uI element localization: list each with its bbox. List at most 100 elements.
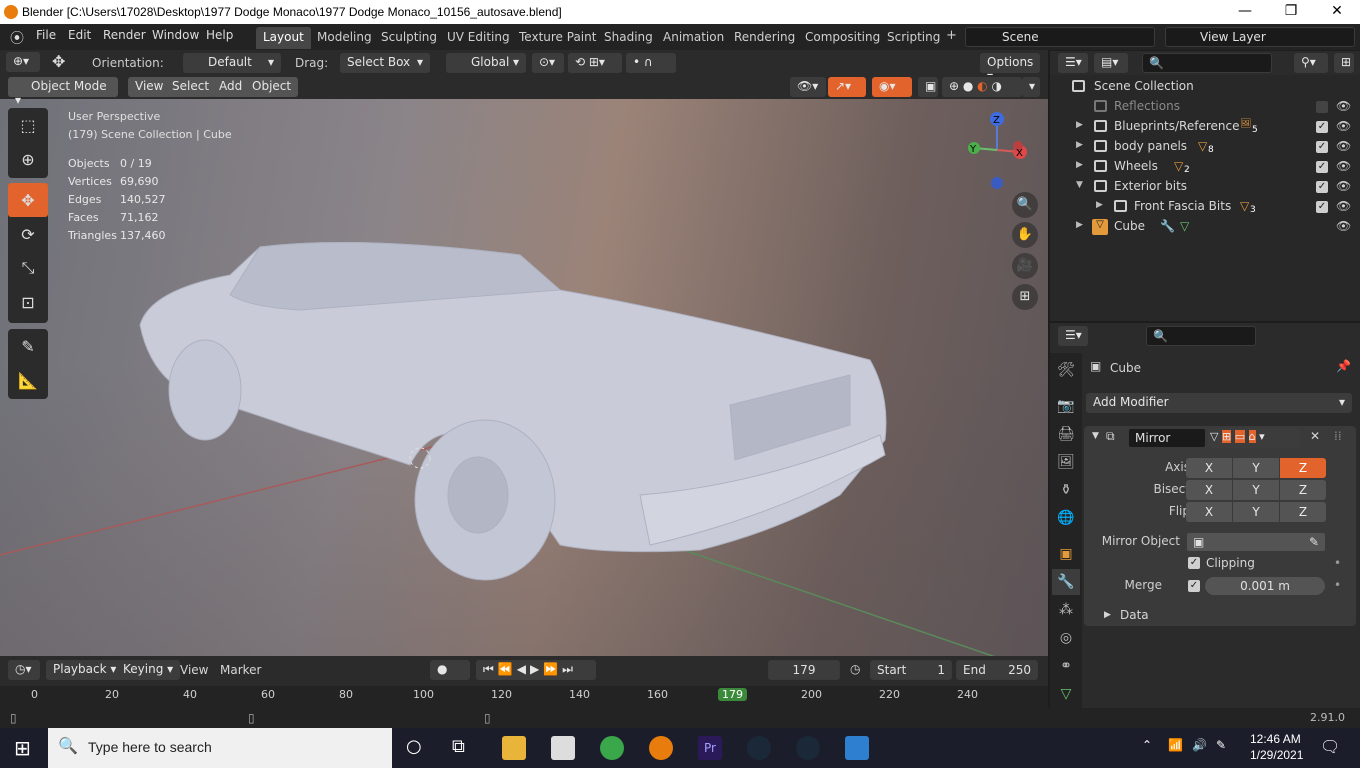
overlay-toggle-icon[interactable]: ◉▾ [872,77,912,97]
pen-icon[interactable]: ✎ [1216,738,1226,752]
output-tab-icon[interactable]: 🖨 [1052,421,1080,447]
add-menu[interactable]: Add [212,77,250,97]
3d-viewport[interactable]: Object Mode ▾ View Select Add Object 👁▾ … [0,75,1048,656]
view-layer-selector[interactable]: View Layer [1165,27,1355,47]
tab-rendering[interactable]: Rendering [727,27,802,49]
outliner-item-cube[interactable]: ▶ ▽ Cube 🔧 ▽ 👁 [1050,217,1360,237]
exclude-checkbox[interactable] [1316,101,1328,113]
expand-arrow-icon[interactable]: ▶ [1076,220,1083,230]
collapse-arrow-icon[interactable]: ▼ [1092,431,1099,441]
tab-layout[interactable]: Layout [256,27,311,49]
outliner-item-front-fascia[interactable]: ▶ Front Fascia Bits ▽ 3 ✓ 👁 [1050,197,1360,217]
collapse-arrow-icon[interactable]: ▼ [1076,180,1083,190]
axis-y-toggle[interactable]: Y [1233,458,1279,478]
pan-hand-icon[interactable]: ✋ [1012,222,1038,248]
tab-animation[interactable]: Animation [656,27,731,49]
axis-x-toggle[interactable]: X [1186,458,1232,478]
select-menu[interactable]: Select [165,77,217,97]
outliner-item-body-panels[interactable]: ▶ body panels ▽ 8 ✓ 👁 [1050,137,1360,157]
clock-time[interactable]: 12:46 AM [1250,732,1301,746]
bisect-z-toggle[interactable]: Z [1280,480,1326,500]
tray-chevron-icon[interactable]: ⌃ [1142,738,1152,752]
menu-file[interactable]: File [36,28,56,42]
blender-taskbar-icon[interactable] [649,736,673,760]
drag-handle-icon[interactable]: ⁞⁞ [1334,429,1342,443]
outliner-item-blueprints[interactable]: ▶ Blueprints/Reference 🖼 5 ✓ 👁 [1050,117,1360,137]
tab-uv-editing[interactable]: UV Editing [440,27,517,49]
chrome-icon[interactable] [600,736,624,760]
proportional-edit-icon[interactable]: • ∩ [626,53,676,73]
animate-dot-icon[interactable]: • [1334,578,1341,592]
expand-arrow-icon[interactable]: ▶ [1076,160,1083,170]
flip-z-toggle[interactable]: Z [1280,502,1326,522]
eye-icon[interactable]: 👁 [1336,219,1351,233]
playhead-frame[interactable]: 179 [718,688,747,701]
eyedropper-icon[interactable]: ✎ [1309,535,1319,549]
tab-modeling[interactable]: Modeling [310,27,379,49]
tab-scripting[interactable]: Scripting [880,27,947,49]
animate-dot-icon[interactable]: • [1334,556,1341,570]
outliner-item-wheels[interactable]: ▶ Wheels ▽ 2 ✓ 👁 [1050,157,1360,177]
flip-x-toggle[interactable]: X [1186,502,1232,522]
merge-checkbox[interactable]: ✓ [1188,580,1200,592]
world-tab-icon[interactable]: 🌐 [1052,505,1080,531]
remove-modifier-icon[interactable]: ✕ [1310,429,1320,443]
minimize-button[interactable]: — [1222,0,1268,24]
flip-y-toggle[interactable]: Y [1233,502,1279,522]
ortho-grid-icon[interactable]: ⊞ [1012,284,1038,310]
navigation-gizmo[interactable]: Z X Y [960,110,1040,190]
filter-icon[interactable]: ⚲▾ [1294,53,1328,73]
premiere-icon[interactable]: Pr [698,736,722,760]
snap-icon[interactable]: ⟲ ⊞▾ [568,53,622,73]
record-icon[interactable]: ● [430,660,470,680]
notification-icon[interactable]: 🗨 [1320,737,1340,756]
playback-controls[interactable]: ⏮⏪◀▶⏩⏭ [476,660,596,680]
bisect-x-toggle[interactable]: X [1186,480,1232,500]
properties-editor-icon[interactable]: ☰▾ [1058,326,1088,346]
orientation-dropdown[interactable]: Default ▾ [183,53,281,73]
editor-type-icon[interactable]: ⊕▾ [6,52,40,72]
start-frame-input[interactable]: Start 1 [870,660,952,680]
menu-edit[interactable]: Edit [68,28,91,42]
eye-icon[interactable]: 👁 [1336,99,1351,113]
steam-icon[interactable] [747,736,771,760]
cortana-icon[interactable]: ○ [406,736,422,757]
file-explorer-icon[interactable] [502,736,526,760]
expand-arrow-icon[interactable]: ▶ [1104,610,1111,620]
timeline-editor-icon[interactable]: ◷▾ [8,660,40,680]
axis-z-toggle[interactable]: Z [1280,458,1326,478]
eye-icon[interactable]: 👁 [1336,179,1351,193]
pin-icon[interactable]: 📌 [1336,359,1351,373]
gizmo-toggle-icon[interactable]: ↗▾ [828,77,866,97]
merge-distance-input[interactable]: 0.001 m [1204,576,1326,596]
expand-arrow-icon[interactable]: ▶ [1096,200,1103,210]
current-frame-input[interactable]: 179 [768,660,840,680]
measure-icon[interactable]: 📐 [8,363,48,397]
outliner-item-exterior-bits[interactable]: ▼ Exterior bits ✓ 👁 [1050,177,1360,197]
photos-icon[interactable] [845,736,869,760]
scene-tab-icon[interactable]: ⚱ [1052,477,1080,503]
view-layer-tab-icon[interactable]: 🖼 [1052,449,1080,475]
clipping-checkbox[interactable]: ✓ [1188,557,1200,569]
move-icon[interactable]: ✥ [8,183,48,217]
data-subpanel-label[interactable]: Data [1120,608,1149,622]
exclude-checkbox[interactable]: ✓ [1316,121,1328,133]
drag-dropdown[interactable]: Select Box ▾ [340,53,430,73]
tab-texture-paint[interactable]: Texture Paint [512,27,603,49]
object-menu[interactable]: Object [245,77,299,97]
transform-space-dropdown[interactable]: Global ▾ [446,53,526,73]
options-dropdown[interactable]: Options ▾ [980,53,1040,83]
data-tab-icon[interactable]: ▽ [1052,681,1080,707]
exclude-checkbox[interactable]: ✓ [1316,181,1328,193]
xray-icon[interactable]: ▣ [918,77,938,97]
transform-icon[interactable]: ⊡ [8,285,48,319]
clock-date[interactable]: 1/29/2021 [1250,748,1303,762]
menu-help[interactable]: Help [206,28,233,42]
shading-modes[interactable]: ⊕ ● ◐ ◑ [942,77,1022,97]
tool-tab-icon[interactable]: 🛠 [1052,357,1080,383]
rotate-icon[interactable]: ⟳ [8,217,48,251]
eye-icon[interactable]: 👁 [1336,119,1351,133]
properties-search-input[interactable]: 🔍 [1146,326,1256,346]
visibility-icon[interactable]: 👁▾ [790,77,826,97]
expand-arrow-icon[interactable]: ▶ [1076,120,1083,130]
